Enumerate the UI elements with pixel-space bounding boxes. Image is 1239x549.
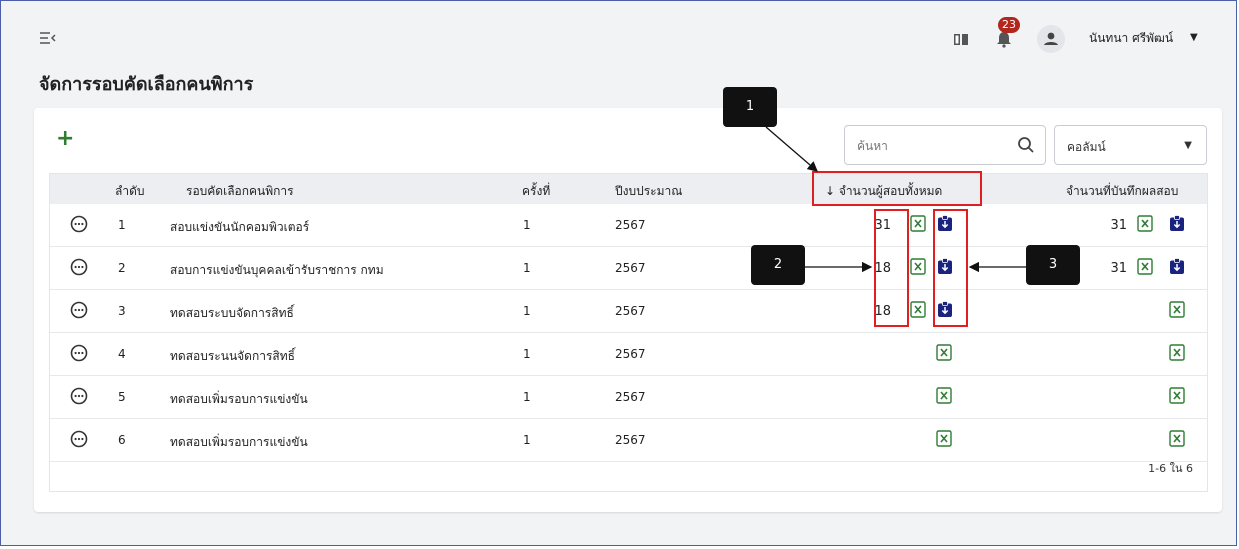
cell-seq: 2 — [118, 261, 126, 275]
cell-round: สอบแข่งขันนักคอมพิวเตอร์ — [170, 220, 310, 234]
user-name[interactable]: นันทนา ศรีพัฒน์ — [1089, 29, 1173, 48]
cell-seq: 6 — [118, 433, 126, 447]
column-select-label: คอลัมน์ — [1067, 140, 1106, 154]
caret-down-icon[interactable]: ▼ — [1190, 32, 1198, 43]
cell-year: 2567 — [615, 218, 646, 232]
cell-time: 1 — [523, 347, 531, 361]
user-icon — [1044, 32, 1058, 45]
cell-year: 2567 — [615, 304, 646, 318]
callout-number-1: 1 — [723, 87, 777, 127]
more-options-icon[interactable] — [70, 430, 88, 448]
cell-seq: 1 — [118, 218, 126, 232]
cell-time: 1 — [523, 304, 531, 318]
excel-export-icon[interactable] — [1137, 258, 1153, 275]
download-clipboard-icon[interactable] — [1169, 258, 1185, 275]
cell-round: สอบการแข่งขันบุคคลเข้ารับราชการ กทม — [170, 263, 384, 277]
cell-total-count: 18 — [874, 304, 891, 319]
excel-export-icon[interactable] — [1169, 344, 1185, 361]
excel-export-icon[interactable] — [910, 301, 926, 318]
cell-seq: 5 — [118, 390, 126, 404]
cell-seq: 4 — [118, 347, 126, 361]
cell-recorded-count: 31 — [1110, 261, 1127, 276]
cell-year: 2567 — [615, 390, 646, 404]
book-icon[interactable] — [951, 29, 971, 49]
download-clipboard-icon[interactable] — [937, 215, 953, 232]
cell-time: 1 — [523, 218, 531, 232]
app-frame: 23 นันทนา ศรีพัฒน์ ▼ จัดการรอบคัดเลือกคน… — [0, 0, 1237, 546]
add-button[interactable]: + — [56, 128, 74, 150]
cell-year: 2567 — [615, 433, 646, 447]
cell-year: 2567 — [615, 261, 646, 275]
table-row: 1 สอบแข่งขันนักคอมพิวเตอร์ 1 2567 31 31 — [50, 204, 1207, 247]
cell-round: ทดสอบระนนจัดการสิทธิ์ — [170, 349, 295, 363]
more-options-icon[interactable] — [70, 387, 88, 405]
cell-round: ทดสอบเพิ่มรอบการแข่งขัน — [170, 392, 308, 406]
more-options-icon[interactable] — [70, 344, 88, 362]
cell-total-count: 18 — [874, 261, 891, 276]
download-clipboard-icon[interactable] — [1169, 215, 1185, 232]
more-options-icon[interactable] — [70, 258, 88, 276]
cell-time: 1 — [523, 261, 531, 275]
cell-time: 1 — [523, 433, 531, 447]
search-input[interactable] — [855, 135, 1009, 157]
excel-export-icon[interactable] — [936, 430, 952, 447]
search-icon[interactable] — [1017, 136, 1035, 154]
cell-year: 2567 — [615, 347, 646, 361]
cell-time: 1 — [523, 390, 531, 404]
more-options-icon[interactable] — [70, 215, 88, 233]
excel-export-icon[interactable] — [1137, 215, 1153, 232]
cell-seq: 3 — [118, 304, 126, 318]
notification-badge: 23 — [998, 17, 1020, 33]
cell-round: ทดสอบระบบจัดการสิทธิ์ — [170, 306, 294, 320]
callout-number-3: 3 — [1026, 245, 1080, 285]
menu-collapse-icon[interactable] — [39, 31, 57, 45]
column-select[interactable]: คอลัมน์ ▼ — [1054, 125, 1207, 165]
download-clipboard-icon[interactable] — [937, 258, 953, 275]
table-header: ลำดับ รอบคัดเลือกคนพิการ ครั้งที่ ปีงบปร… — [50, 174, 1207, 204]
top-bar: 23 นันทนา ศรีพัฒน์ ▼ — [1, 1, 1236, 61]
excel-export-icon[interactable] — [910, 258, 926, 275]
header-time[interactable]: ครั้งที่ — [522, 182, 550, 201]
excel-export-icon[interactable] — [1169, 430, 1185, 447]
caret-down-icon: ▼ — [1184, 140, 1192, 151]
more-options-icon[interactable] — [70, 301, 88, 319]
page-title: จัดการรอบคัดเลือกคนพิการ — [39, 74, 254, 95]
data-table: ลำดับ รอบคัดเลือกคนพิการ ครั้งที่ ปีงบปร… — [49, 173, 1208, 492]
header-recorded[interactable]: จำนวนที่บันทึกผลสอบ — [1066, 182, 1178, 201]
avatar[interactable] — [1037, 25, 1065, 53]
excel-export-icon[interactable] — [936, 344, 952, 361]
excel-export-icon[interactable] — [936, 387, 952, 404]
table-row: 6 ทดสอบเพิ่มรอบการแข่งขัน 1 2567 — [50, 419, 1207, 462]
content-card: + คอลัมน์ ▼ ลำดับ รอบคัดเลือกคนพิการ ครั… — [34, 108, 1222, 512]
excel-export-icon[interactable] — [1169, 301, 1185, 318]
table-row: 5 ทดสอบเพิ่มรอบการแข่งขัน 1 2567 — [50, 376, 1207, 419]
cell-recorded-count: 31 — [1110, 218, 1127, 233]
header-round[interactable]: รอบคัดเลือกคนพิการ — [186, 182, 294, 201]
cell-total-count: 31 — [874, 218, 891, 233]
pagination-range: 1-6 ใน 6 — [1148, 462, 1193, 475]
excel-export-icon[interactable] — [910, 215, 926, 232]
callout-number-2: 2 — [751, 245, 805, 285]
cell-round: ทดสอบเพิ่มรอบการแข่งขัน — [170, 435, 308, 449]
table-row: 3 ทดสอบระบบจัดการสิทธิ์ 1 2567 18 — [50, 290, 1207, 333]
header-seq[interactable]: ลำดับ — [115, 182, 145, 201]
header-year[interactable]: ปีงบประมาณ — [615, 182, 682, 201]
header-total[interactable]: ↓ จำนวนผู้สอบทั้งหมด — [825, 182, 942, 201]
search-box — [844, 125, 1046, 165]
download-clipboard-icon[interactable] — [937, 301, 953, 318]
excel-export-icon[interactable] — [1169, 387, 1185, 404]
table-row: 4 ทดสอบระนนจัดการสิทธิ์ 1 2567 — [50, 333, 1207, 376]
